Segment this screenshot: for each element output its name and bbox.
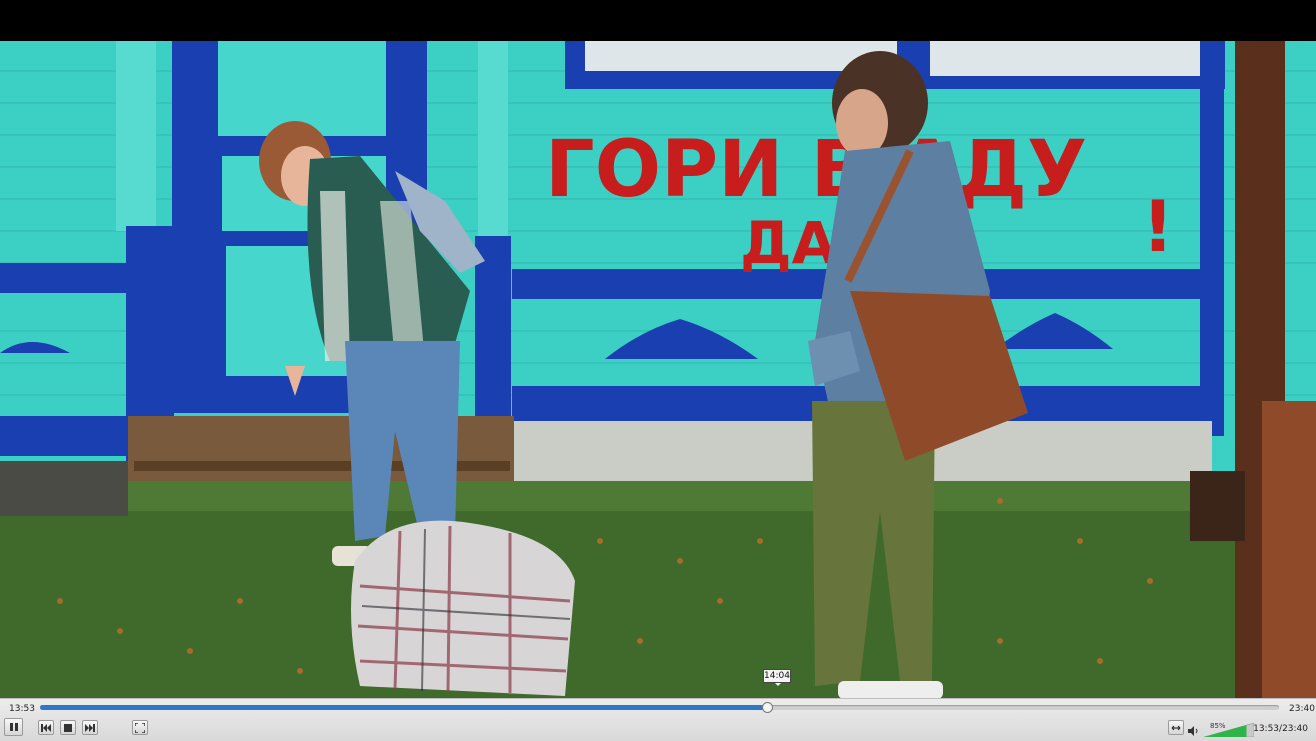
stop-icon [64, 723, 72, 732]
next-button[interactable] [82, 720, 98, 735]
total-duration: 23:40 [1289, 704, 1315, 714]
seek-bar-fill [40, 705, 767, 710]
pause-icon [9, 723, 18, 731]
player-controls: 13:53 23:40 85% 13:53/23:40 [0, 698, 1316, 741]
pause-button[interactable] [4, 718, 23, 736]
seek-bar[interactable] [40, 702, 1279, 713]
speaker-icon[interactable] [1188, 726, 1199, 736]
fullscreen-icon [135, 722, 145, 733]
fullscreen-button[interactable] [132, 720, 148, 735]
video-scene: ГОРИ В АДУ ДАЧКА ! [0, 41, 1316, 698]
stop-button[interactable] [60, 720, 76, 735]
skip-previous-icon [41, 723, 51, 732]
loop-button[interactable] [1168, 720, 1184, 735]
volume-slider[interactable] [1204, 723, 1254, 737]
seek-hover-tooltip: 14:04 [763, 669, 791, 686]
graffiti-text: ГОРИ В АДУ [545, 125, 1087, 215]
elapsed-time: 13:53 [9, 704, 35, 714]
plaid-bag [351, 520, 575, 696]
skip-next-icon [85, 723, 95, 732]
time-readout: 13:53/23:40 [1253, 724, 1308, 734]
previous-button[interactable] [38, 720, 54, 735]
graffiti-exclamation: ! [1142, 186, 1174, 268]
loop-icon [1171, 725, 1181, 730]
seek-bar-handle[interactable] [761, 702, 773, 713]
video-frame[interactable]: ГОРИ В АДУ ДАЧКА ! [0, 0, 1316, 698]
